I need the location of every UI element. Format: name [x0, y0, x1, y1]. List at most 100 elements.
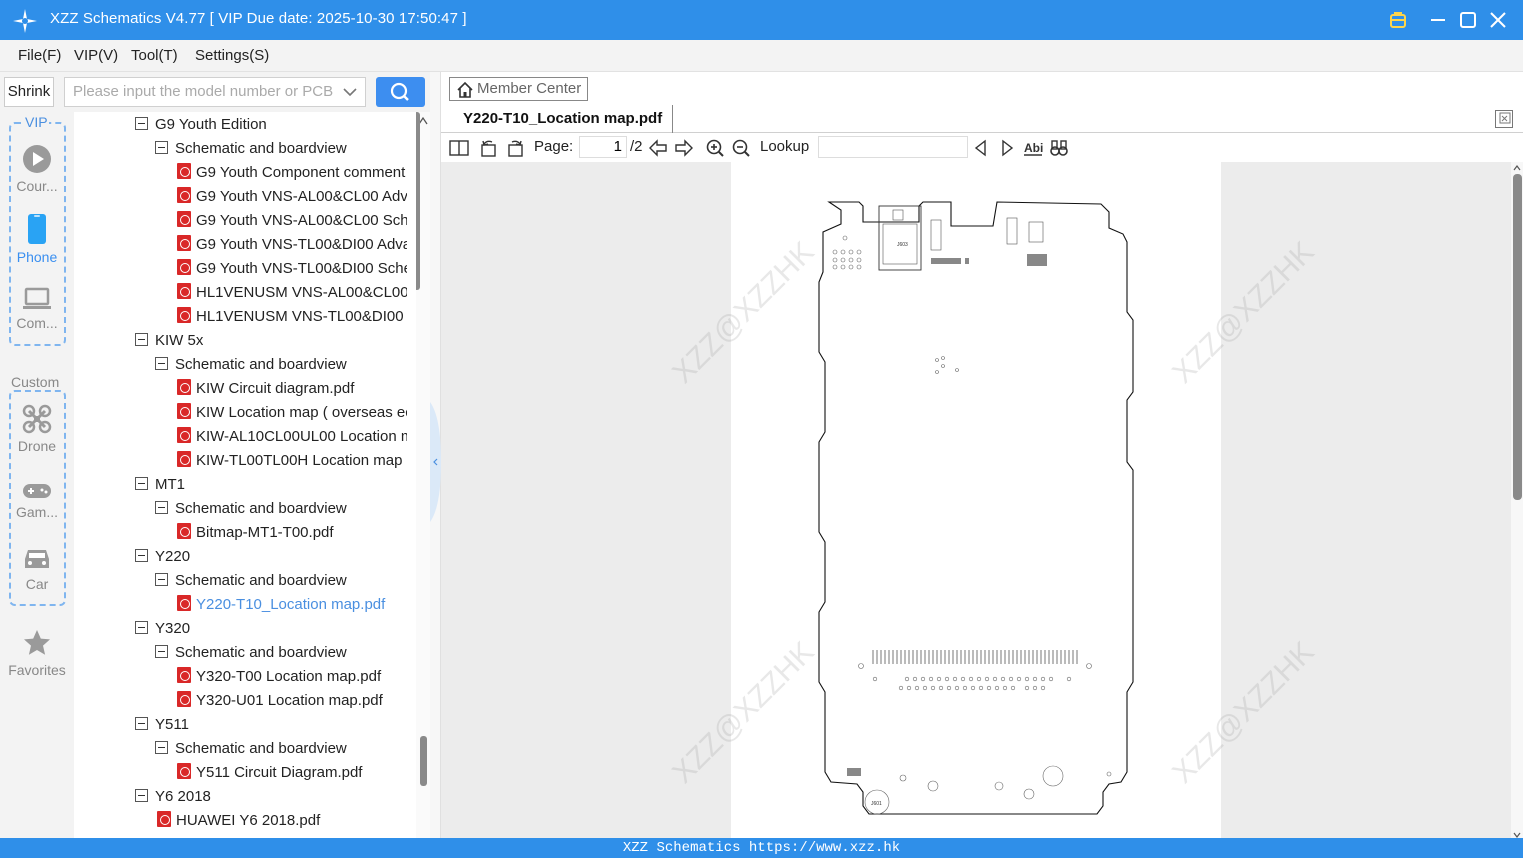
pdf-icon	[177, 523, 191, 539]
shrink-button[interactable]: Shrink	[4, 77, 54, 107]
document-tabs: Y220-T10_Location map.pdf	[441, 105, 1523, 133]
vip-bag-icon[interactable]	[1386, 8, 1410, 32]
tree-file[interactable]: G9 Youth Component comment	[177, 161, 407, 185]
panel-splitter[interactable]	[430, 72, 441, 838]
tree-folder[interactable]: G9 Youth Edition	[135, 113, 267, 137]
tree-file[interactable]: G9 Youth VNS-AL00&CL00 Adva	[177, 185, 407, 209]
close-tab-icon[interactable]	[1495, 110, 1513, 128]
tree-folder[interactable]: Schematic and boardview	[155, 569, 347, 593]
tree-file[interactable]: KIW-TL00TL00H Location map e	[177, 449, 407, 473]
lookup-input[interactable]	[818, 136, 968, 158]
collapse-icon[interactable]	[135, 549, 148, 562]
play-icon	[23, 145, 51, 173]
collapse-icon[interactable]	[155, 141, 168, 154]
sidebar-item-favorites[interactable]: Favorites	[0, 628, 74, 678]
category-sidebar: VIP Cour... Phone Com... Custom Drone Ga…	[0, 112, 74, 838]
tree-file[interactable]: Y320-U01 Location map.pdf	[177, 689, 407, 713]
tree-file[interactable]: HL1VENUSM VNS-TL00&DI00 Lo	[177, 305, 407, 329]
sidebar-item-computer[interactable]: Com...	[0, 287, 74, 331]
sidebar-item-courses[interactable]: Cour...	[0, 144, 74, 194]
tree-folder[interactable]: MT1	[135, 473, 185, 497]
tab-document[interactable]: Y220-T10_Location map.pdf	[453, 105, 674, 133]
rotate-left-icon[interactable]	[479, 138, 499, 158]
page-number-input[interactable]: 1	[579, 136, 627, 158]
close-button[interactable]	[1486, 8, 1510, 32]
tree-file[interactable]: Y320-T00 Location map.pdf	[177, 665, 407, 689]
viewer-scrollbar[interactable]	[1511, 162, 1523, 838]
menu-file[interactable]: File(F)	[18, 47, 61, 64]
pdf-viewport[interactable]: J603 J601 XZZ@XZZHK XZZ@XZZHK XZZ@XZZHK …	[441, 162, 1511, 838]
tree-folder[interactable]: Y6 2018	[135, 785, 211, 809]
tree-file[interactable]: G9 Youth VNS-TL00&DI00 Adva	[177, 233, 407, 257]
tree-folder[interactable]: Schematic and boardview	[155, 497, 347, 521]
find-previous-icon[interactable]	[971, 138, 991, 158]
pdf-icon	[177, 235, 191, 251]
tree-folder[interactable]: Schematic and boardview	[155, 641, 347, 665]
board-label-j603: J603	[897, 242, 908, 248]
search-input[interactable]: Please input the model number or PCB	[64, 77, 366, 107]
tree-folder[interactable]: Y320	[135, 617, 190, 641]
tree-file[interactable]: HUAWEI Y6 2018.pdf	[157, 809, 387, 833]
board-label-j601: J601	[871, 801, 882, 807]
member-center-button[interactable]: Member Center	[449, 77, 588, 101]
collapse-icon[interactable]	[155, 357, 168, 370]
tree-file[interactable]: KIW Circuit diagram.pdf	[177, 377, 407, 401]
menu-vip[interactable]: VIP(V)	[74, 47, 118, 64]
tree-file[interactable]: KIW-AL10CL00UL00 Location m	[177, 425, 407, 449]
tree-folder[interactable]: Y511	[135, 713, 189, 737]
collapse-icon[interactable]	[155, 645, 168, 658]
next-page-icon[interactable]	[674, 138, 694, 158]
menu-tool[interactable]: Tool(T)	[131, 47, 178, 64]
pdf-icon	[177, 211, 191, 227]
tree-folder[interactable]: KIW 5x	[135, 329, 203, 353]
collapse-icon[interactable]	[135, 117, 148, 130]
page-label: Page:	[534, 138, 574, 155]
sidebar-item-label: Gam...	[15, 504, 58, 520]
pdf-icon	[177, 667, 191, 683]
sidebar-item-drone[interactable]: Drone	[0, 404, 74, 454]
tree-file[interactable]: G9 Youth VNS-TL00&DI00 Sche	[177, 257, 407, 281]
find-next-icon[interactable]	[997, 138, 1017, 158]
minimize-button[interactable]	[1426, 8, 1450, 32]
collapse-icon[interactable]	[135, 621, 148, 634]
collapse-icon[interactable]	[155, 741, 168, 754]
tree-folder[interactable]: Y220	[135, 545, 190, 569]
prev-page-icon[interactable]	[648, 138, 668, 158]
tree-folder[interactable]: Schematic and boardview	[155, 737, 347, 761]
tree-file[interactable]: Y511 Circuit Diagram.pdf	[177, 761, 407, 785]
collapse-icon[interactable]	[135, 789, 148, 802]
match-case-icon[interactable]: Abi	[1023, 138, 1043, 158]
collapse-icon[interactable]	[155, 573, 168, 586]
collapse-icon[interactable]	[135, 477, 148, 490]
collapse-icon[interactable]	[135, 717, 148, 730]
tree-folder[interactable]: Schematic and boardview	[155, 137, 347, 161]
sidebar-item-label: Com...	[16, 315, 58, 331]
chevron-down-icon[interactable]	[343, 78, 357, 116]
gamepad-icon	[23, 484, 51, 498]
tree-file-selected[interactable]: Y220-T10_Location map.pdf	[177, 593, 407, 617]
pdf-icon	[177, 403, 191, 419]
tree-scrollbar[interactable]	[414, 112, 430, 838]
collapse-icon[interactable]	[155, 501, 168, 514]
zoom-in-icon[interactable]	[705, 138, 725, 158]
pdf-icon	[177, 691, 191, 707]
sidebar-item-phone[interactable]: Phone	[0, 213, 74, 265]
collapse-icon[interactable]	[135, 333, 148, 346]
tree-file[interactable]: Bitmap-MT1-T00.pdf	[177, 521, 407, 545]
sidebar-toggle-icon[interactable]	[449, 138, 469, 158]
custom-group-label: Custom	[10, 374, 61, 390]
tree-file[interactable]: HL1VENUSM VNS-AL00&CL00 L	[177, 281, 407, 305]
rotate-right-icon[interactable]	[505, 138, 525, 158]
menu-settings[interactable]: Settings(S)	[195, 47, 269, 64]
sidebar-item-car[interactable]: Car	[0, 546, 74, 592]
zoom-out-icon[interactable]	[731, 138, 751, 158]
tree-file[interactable]: G9 Youth VNS-AL00&CL00 Sche	[177, 209, 407, 233]
tree-file[interactable]: KIW Location map ( overseas ec	[177, 401, 407, 425]
pdf-icon	[177, 259, 191, 275]
sidebar-item-game[interactable]: Gam...	[0, 482, 74, 520]
maximize-button[interactable]	[1456, 8, 1480, 32]
find-all-icon[interactable]	[1049, 138, 1069, 158]
search-button[interactable]	[376, 77, 425, 107]
tree-folder[interactable]: Schematic and boardview	[155, 353, 347, 377]
pdf-icon	[177, 451, 191, 467]
